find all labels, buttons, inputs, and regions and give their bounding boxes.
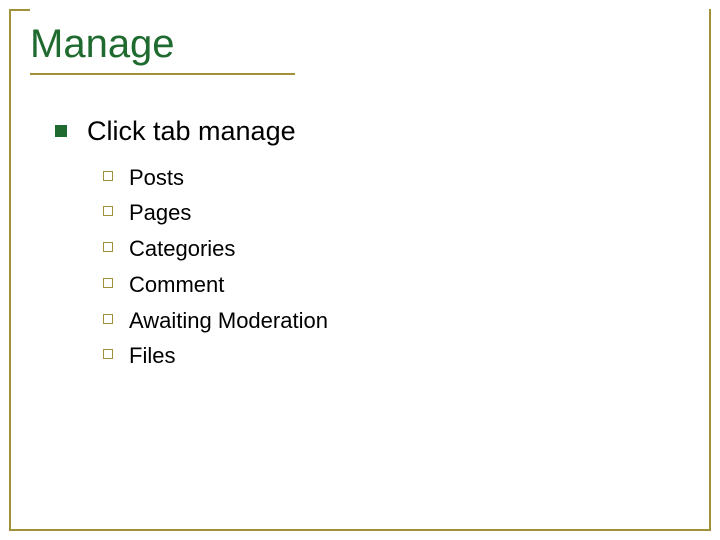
item-text: Pages <box>129 198 191 228</box>
hollow-square-bullet-icon <box>103 206 113 216</box>
hollow-square-bullet-icon <box>103 349 113 359</box>
hollow-square-bullet-icon <box>103 314 113 324</box>
sub-list: Posts Pages Categories Comment Awaiting … <box>103 163 680 371</box>
slide-content: Click tab manage Posts Pages Categories … <box>55 115 680 377</box>
heading-text: Click tab manage <box>87 115 296 149</box>
border-stub <box>9 9 30 11</box>
slide: Manage Click tab manage Posts Pages Cate… <box>0 0 720 540</box>
hollow-square-bullet-icon <box>103 278 113 288</box>
slide-title: Manage <box>30 22 690 76</box>
item-text: Posts <box>129 163 184 193</box>
list-item: Comment <box>103 270 680 300</box>
list-item: Click tab manage <box>55 115 680 149</box>
hollow-square-bullet-icon <box>103 171 113 181</box>
list-item: Pages <box>103 198 680 228</box>
title-underline <box>30 73 295 75</box>
item-text: Categories <box>129 234 235 264</box>
list-item: Categories <box>103 234 680 264</box>
list-item: Posts <box>103 163 680 193</box>
list-item: Awaiting Moderation <box>103 306 680 336</box>
item-text: Comment <box>129 270 224 300</box>
hollow-square-bullet-icon <box>103 242 113 252</box>
square-bullet-icon <box>55 125 67 137</box>
list-item: Files <box>103 341 680 371</box>
border-mask <box>11 9 709 11</box>
item-text: Files <box>129 341 175 371</box>
item-text: Awaiting Moderation <box>129 306 328 336</box>
